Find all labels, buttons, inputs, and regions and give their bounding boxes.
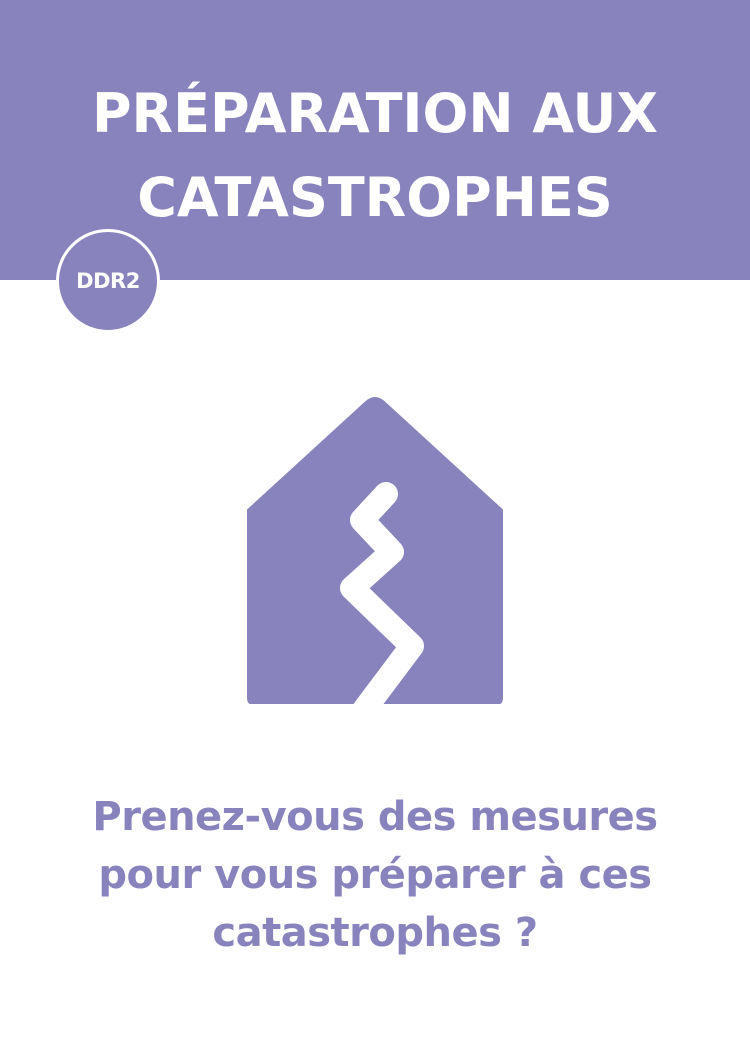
question-line-2: pour vous préparer à ces	[98, 852, 652, 898]
category-badge: DDR2	[56, 229, 160, 333]
question-line-1: Prenez-vous des mesures	[92, 794, 658, 840]
page-title: PRÉPARATION AUX CATASTROPHES	[0, 72, 750, 240]
house-floor-mask	[240, 704, 510, 710]
category-badge-label: DDR2	[76, 269, 140, 293]
page-title-line-1: PRÉPARATION AUX	[91, 82, 659, 145]
page-title-line-2: CATASTROPHES	[137, 166, 613, 229]
question-line-3: catastrophes ?	[212, 910, 538, 956]
question-text: Prenez-vous des mesures pour vous prépar…	[0, 788, 750, 962]
house-earthquake-crack-icon	[240, 392, 510, 722]
